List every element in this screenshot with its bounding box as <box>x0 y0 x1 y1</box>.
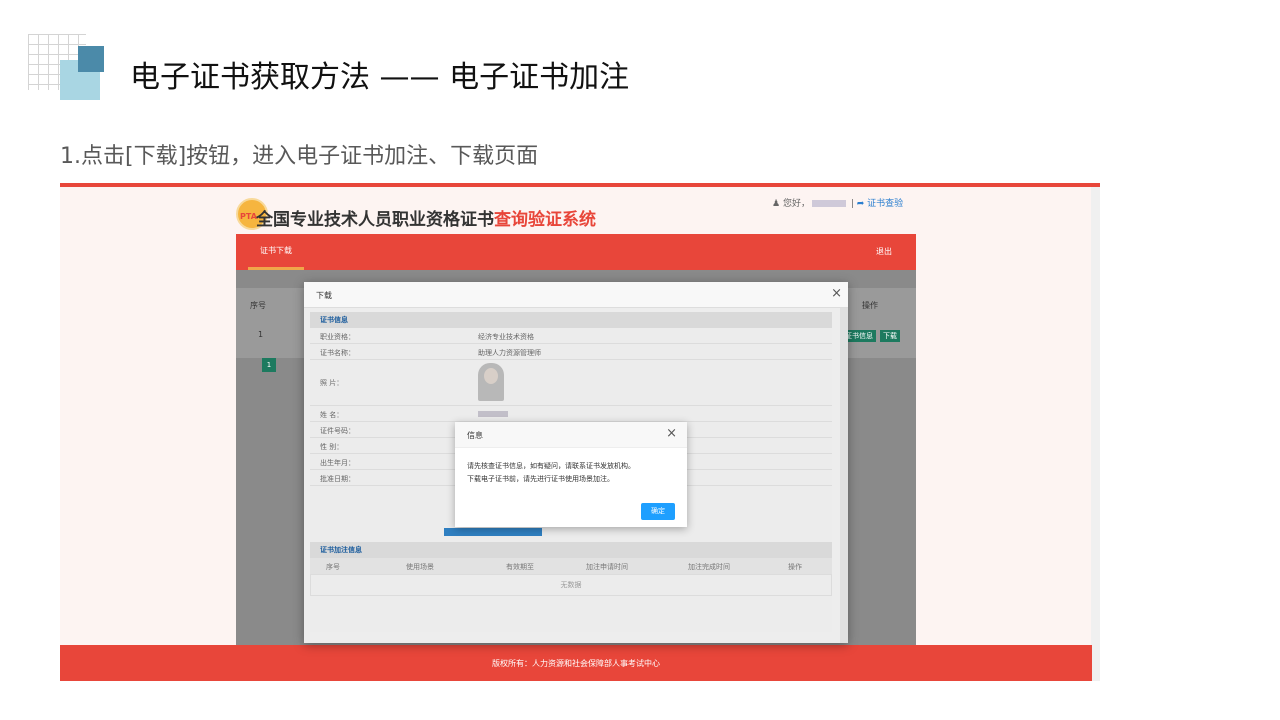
confirm-button[interactable]: 确定 <box>641 503 675 520</box>
step-instruction: 1.点击[下载]按钮，进入电子证书加注、下载页面 <box>60 144 539 169</box>
annotation-heading: 证书加注信息 <box>310 542 832 558</box>
user-links: ♟ 您好， | ➦ 证书查验 <box>772 199 904 209</box>
masked-value <box>478 411 508 417</box>
page-scrollbar[interactable] <box>1091 187 1100 681</box>
photo-row: 照 片： <box>310 360 832 406</box>
dialog-title: 信息 <box>467 431 483 440</box>
id-photo <box>478 363 504 401</box>
pager-current[interactable]: 1 <box>262 358 276 372</box>
site-title-accent: 查询验证系统 <box>494 210 596 230</box>
field-row: 姓 名： <box>310 406 832 422</box>
nav-bar: 证书下载 退出 <box>236 234 916 270</box>
greeting: 您好， <box>782 199 810 209</box>
field-row: 证书名称： 助理人力资源管理师 <box>310 344 832 360</box>
tab-cert-download[interactable]: 证书下载 <box>248 234 304 270</box>
footer-text: 版权所有：人力资源和社会保障部人事考试中心 <box>492 659 660 668</box>
dark-blue-square <box>78 46 104 72</box>
close-icon[interactable]: × <box>831 286 842 301</box>
title-decoration <box>28 34 104 100</box>
masked-username <box>811 200 846 207</box>
col-header-index: 序号 <box>250 301 266 310</box>
info-dialog: 信息 × 请先核查证书信息，如有疑问，请联系证书发放机构。 下载电子证书前，请先… <box>455 422 687 527</box>
dialog-message-line: 下载电子证书前，请先进行证书使用场景加注。 <box>467 475 614 483</box>
close-icon[interactable]: × <box>666 426 677 441</box>
slide-title: 电子证书获取方法 —— 电子证书加注 <box>130 60 630 95</box>
modal-header: 下载 × <box>304 282 848 308</box>
modal-title: 下载 <box>316 291 332 300</box>
col-header-actions: 操作 <box>862 301 878 310</box>
site-title: 全国专业技术人员职业资格证书查询验证系统 <box>256 205 596 230</box>
annotation-table-header: 序号 使用场景 有效期至 加注申请时间 加注完成时间 操作 <box>310 558 832 574</box>
empty-state: 无数据 <box>310 574 832 596</box>
slide: 电子证书获取方法 —— 电子证书加注 1.点击[下载]按钮，进入电子证书加注、下… <box>0 0 1280 720</box>
dialog-message: 请先核查证书信息，如有疑问，请联系证书发放机构。 下载电子证书前，请先进行证书使… <box>467 460 677 486</box>
share-arrow-icon[interactable]: ➦ <box>857 199 865 209</box>
website-screenshot: PTA 全国专业技术人员职业资格证书查询验证系统 ♟ 您好， | ➦ 证书查验 … <box>60 183 1100 681</box>
site-title-main: 全国专业技术人员职业资格证书 <box>256 210 494 230</box>
dialog-header: 信息 × <box>455 422 687 448</box>
logout-link[interactable]: 退出 <box>876 246 892 257</box>
download-button[interactable]: 下载 <box>880 330 900 342</box>
verify-link[interactable]: 证书查验 <box>867 199 903 209</box>
cert-info-heading: 证书信息 <box>310 312 832 328</box>
modal-action-button[interactable] <box>444 528 542 536</box>
user-icon: ♟ <box>772 199 781 209</box>
site-footer: 版权所有：人力资源和社会保障部人事考试中心 <box>60 645 1092 681</box>
dialog-message-line: 请先核查证书信息，如有疑问，请联系证书发放机构。 <box>467 462 635 470</box>
row-index: 1 <box>258 330 264 339</box>
field-row: 职业资格： 经济专业技术资格 <box>310 328 832 344</box>
modal-scrollbar[interactable] <box>840 308 848 643</box>
